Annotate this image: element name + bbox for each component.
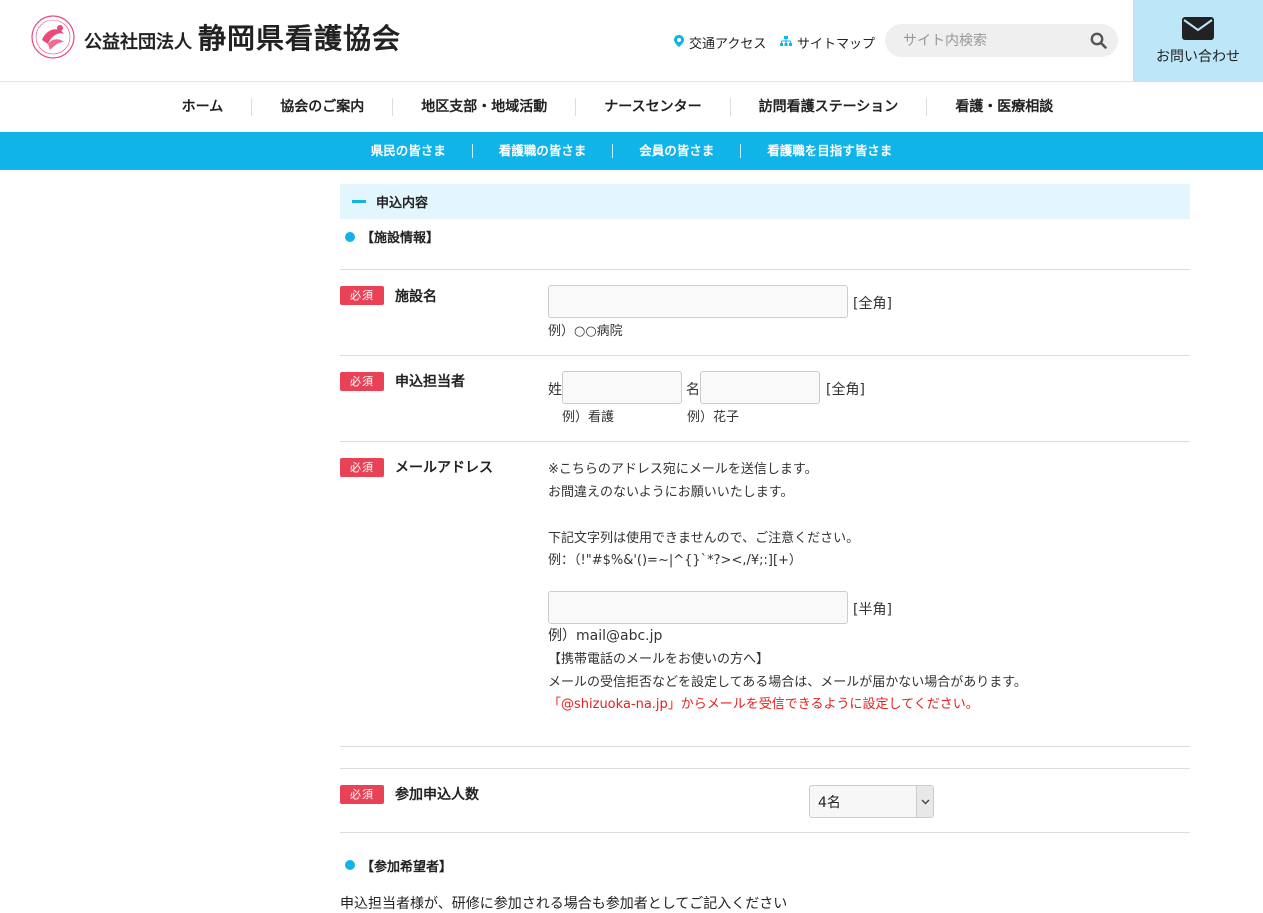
- mobile-mail-warning: 「@shizuoka-na.jp」からメールを受信できるように設定してください。: [548, 697, 979, 712]
- participants-note: 申込担当者様が、研修に参加される場合も参加者としてご記入ください: [340, 896, 788, 912]
- email-label: メールアドレス: [395, 460, 493, 476]
- facility-name-row: 必須 施設名 [全角] 例）○○病院: [340, 270, 1190, 356]
- first-name-prefix: 名: [686, 382, 700, 398]
- first-name-example: 例）花子: [687, 410, 740, 425]
- search-icon[interactable]: [1090, 32, 1107, 53]
- email-input[interactable]: [548, 591, 848, 624]
- participants-heading: 【参加希望者】: [340, 833, 1190, 897]
- main-navigation: ホーム 協会のご案内 地区支部・地域活動 ナースセンター 訪問看護ステーション …: [0, 82, 1263, 132]
- email-forbidden-chars: 例：（!"#$%&'()=~|^{}`*?><,/¥;:][+）: [548, 553, 802, 568]
- facility-heading: 【施設情報】: [340, 219, 1190, 270]
- email-row: 必須 メールアドレス ※こちらのアドレス宛にメールを送信します。 お間違えのない…: [340, 442, 1190, 747]
- applicant-label: 申込担当者: [395, 374, 465, 390]
- required-badge: 必須: [340, 785, 384, 804]
- subnav-item-students[interactable]: 看護職を目指す皆さま: [741, 144, 918, 158]
- chevron-down-icon: [916, 786, 933, 817]
- applicant-row: 必須 申込担当者 姓 名 [全角] 例）看護 例）花子: [340, 356, 1190, 442]
- section-title: 申込内容: [376, 196, 429, 211]
- participant-count-value: 4名: [818, 794, 841, 811]
- mobile-mail-note: メールの受信拒否などを設定してある場合は、メールが届かない場合があります。: [548, 675, 1027, 690]
- first-name-input[interactable]: [700, 371, 820, 404]
- participant-count-row: 必須 参加申込人数 4名: [340, 769, 1190, 833]
- section-header: 申込内容: [340, 184, 1190, 219]
- participants-heading-label: 【参加希望者】: [361, 859, 453, 875]
- email-suffix: [半角]: [853, 602, 892, 618]
- mobile-mail-heading: 【携帯電話のメールをお使いの方へ】: [548, 652, 770, 667]
- access-link-label: 交通アクセス: [689, 37, 767, 52]
- email-example: 例）mail@abc.jp: [548, 628, 663, 644]
- facility-name-input[interactable]: [548, 285, 848, 318]
- nav-item-visiting-nursing[interactable]: 訪問看護ステーション: [731, 98, 928, 116]
- org-prefix: 公益社団法人: [84, 32, 192, 53]
- required-badge: 必須: [340, 458, 384, 477]
- sitemap-link[interactable]: サイトマップ: [780, 33, 875, 52]
- org-name: 静岡県看護協会: [198, 22, 402, 55]
- last-name-example: 例）看護: [562, 410, 615, 425]
- nav-item-consultation[interactable]: 看護・医療相談: [927, 98, 1081, 116]
- email-note-3: 下記文字列は使用できませんので、ご注意ください。: [548, 531, 860, 546]
- bullet-icon: [345, 231, 355, 242]
- nav-item-nurse-center[interactable]: ナースセンター: [576, 98, 731, 116]
- participant-count-select[interactable]: 4名: [809, 785, 934, 818]
- facility-name-suffix: [全角]: [853, 296, 892, 312]
- last-name-prefix: 姓: [548, 382, 562, 398]
- nav-item-branches[interactable]: 地区支部・地域活動: [393, 98, 577, 116]
- site-logo[interactable]: 公益社団法人 静岡県看護協会: [30, 14, 401, 60]
- audience-navigation: 県民の皆さま 看護職の皆さま 会員の皆さま 看護職を目指す皆さま: [0, 132, 1263, 170]
- association-emblem-icon: [31, 15, 75, 59]
- site-header: 公益社団法人 静岡県看護協会 交通アクセス サイトマップ お問い合わせ: [0, 0, 1263, 82]
- applicant-suffix: [全角]: [826, 382, 865, 398]
- required-badge: 必須: [340, 372, 384, 391]
- nav-item-about[interactable]: 協会のご案内: [252, 98, 394, 116]
- application-form: 申込内容 【施設情報】 必須 施設名 [全角] 例）○○病院 必須 申込担当者 …: [340, 184, 1190, 913]
- access-link[interactable]: 交通アクセス: [674, 33, 766, 52]
- email-note-1: ※こちらのアドレス宛にメールを送信します。: [548, 462, 818, 477]
- search-input[interactable]: [885, 32, 1075, 49]
- participant-count-label: 参加申込人数: [395, 787, 479, 803]
- required-badge: 必須: [340, 286, 384, 305]
- facility-name-example: 例）○○病院: [548, 324, 623, 339]
- row-spacer: [340, 747, 1190, 769]
- sitemap-icon: [780, 35, 792, 50]
- site-search: [885, 24, 1118, 57]
- subnav-item-residents[interactable]: 県民の皆さま: [345, 144, 473, 158]
- contact-button[interactable]: お問い合わせ: [1133, 0, 1263, 82]
- subnav-item-nurses[interactable]: 看護職の皆さま: [473, 144, 614, 158]
- nav-item-home[interactable]: ホーム: [182, 98, 253, 116]
- contact-label: お問い合わせ: [1156, 48, 1240, 65]
- mail-icon: [1182, 16, 1214, 40]
- sitemap-link-label: サイトマップ: [797, 37, 876, 52]
- bullet-icon: [345, 860, 355, 870]
- facility-name-label: 施設名: [395, 289, 437, 305]
- email-note-2: お間違えのないようにお願いいたします。: [548, 485, 794, 500]
- last-name-input[interactable]: [562, 371, 682, 404]
- map-pin-icon: [674, 35, 684, 50]
- facility-heading-label: 【施設情報】: [361, 231, 440, 246]
- dash-icon: [352, 200, 366, 203]
- subnav-item-members[interactable]: 会員の皆さま: [613, 144, 742, 158]
